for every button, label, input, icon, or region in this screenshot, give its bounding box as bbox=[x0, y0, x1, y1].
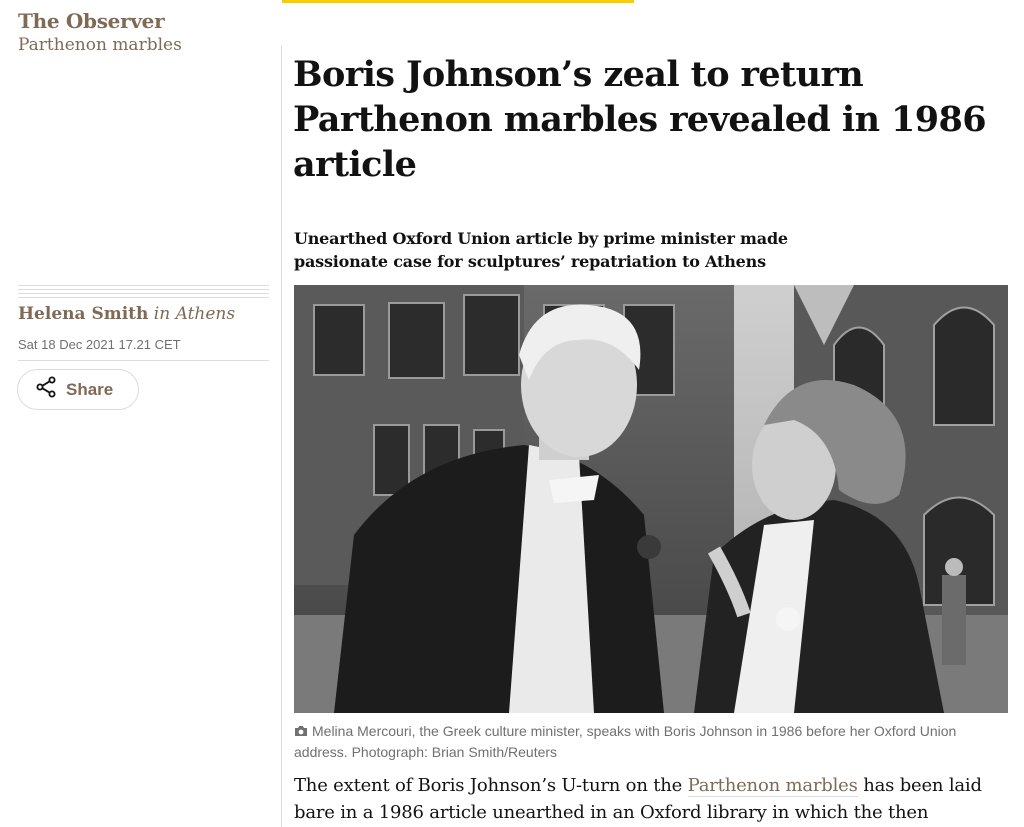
byline-location: in Athens bbox=[153, 304, 236, 324]
share-button[interactable]: Share bbox=[17, 369, 139, 410]
article-body-paragraph: The extent of Boris Johnson’s U-turn on … bbox=[294, 772, 1010, 826]
share-icon bbox=[34, 375, 58, 404]
series-name-link[interactable]: The Observer bbox=[18, 8, 182, 34]
caption-text: Melina Mercouri, the Greek culture minis… bbox=[294, 723, 957, 760]
publish-date[interactable]: Sat 18 Dec 2021 17.21 CET bbox=[18, 337, 181, 352]
camera-icon bbox=[294, 722, 308, 742]
main-photo bbox=[294, 285, 1008, 713]
byline: Helena Smith in Athens bbox=[18, 302, 235, 326]
series-header: The Observer Parthenon marbles bbox=[18, 8, 182, 56]
meta-divider-lines bbox=[18, 285, 269, 301]
article-headline: Boris Johnson’s zeal to return Parthenon… bbox=[293, 54, 987, 185]
column-divider bbox=[281, 46, 282, 827]
body-text-start: The extent of Boris Johnson’s U-turn on … bbox=[294, 775, 688, 796]
share-label: Share bbox=[66, 379, 114, 399]
author-link[interactable]: Helena Smith bbox=[18, 304, 148, 324]
series-topic-link[interactable]: Parthenon marbles bbox=[18, 34, 182, 56]
top-accent-bar bbox=[282, 0, 634, 3]
photo-caption: Melina Mercouri, the Greek culture minis… bbox=[294, 721, 1008, 762]
meta-separator bbox=[18, 360, 269, 361]
parthenon-marbles-link[interactable]: Parthenon marbles bbox=[687, 775, 858, 797]
article-standfirst: Unearthed Oxford Union article by prime … bbox=[294, 229, 788, 271]
